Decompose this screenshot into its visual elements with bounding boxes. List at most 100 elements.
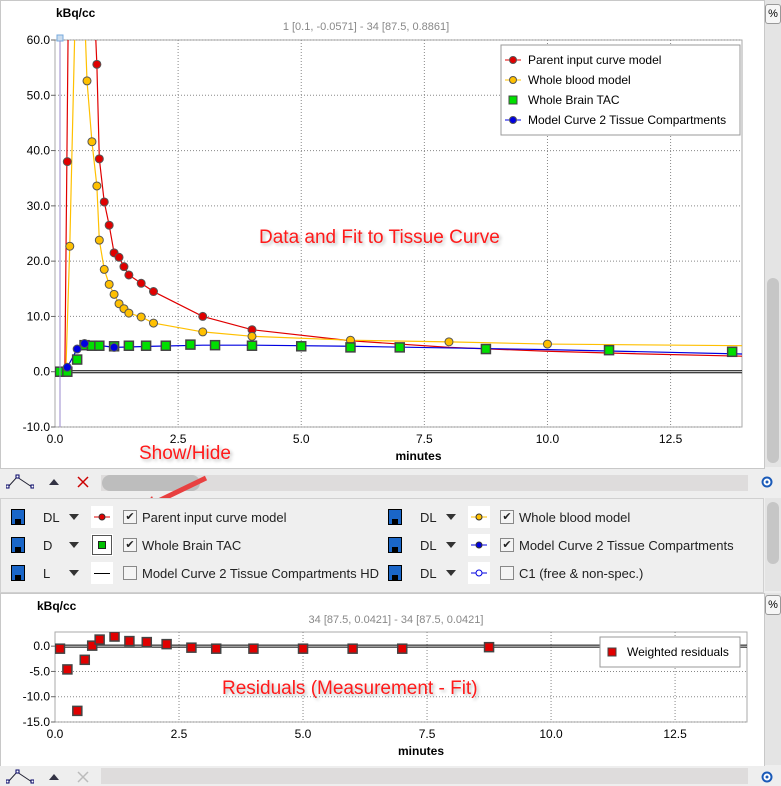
data-point [123, 340, 135, 351]
top-scroll-thumb[interactable] [767, 278, 779, 463]
legend-label: Whole Brain TAC [528, 93, 620, 107]
x-tick-label: 5.0 [293, 432, 310, 446]
mode-dropdown-icon[interactable] [446, 570, 456, 576]
data-point [119, 262, 129, 272]
curve-label: Whole blood model [519, 509, 631, 525]
display-mode: D [43, 537, 53, 553]
save-icon[interactable] [11, 537, 25, 553]
mode-dropdown-icon[interactable] [446, 542, 456, 548]
data-point [109, 342, 119, 352]
visibility-checkbox[interactable]: ✔ [123, 510, 137, 524]
visibility-checkbox[interactable]: ✔ [123, 538, 137, 552]
triangle-up-icon[interactable] [48, 773, 60, 781]
display-mode: DL [420, 509, 437, 525]
triangle-up-icon[interactable] [48, 478, 60, 486]
data-point [94, 154, 104, 164]
curve-symbol-icon[interactable] [91, 534, 113, 556]
close-icon[interactable] [77, 476, 89, 488]
y-tick-label: -5.0 [29, 664, 50, 678]
curve-label: Model Curve 2 Tissue Compartments [519, 537, 734, 553]
y-tick-label: 10.0 [27, 309, 51, 323]
x-tick-label: 0.0 [47, 432, 64, 446]
bottom-percent-button[interactable]: % [765, 595, 781, 615]
curve-symbol-icon[interactable] [468, 506, 490, 528]
curve-label: Model Curve 2 Tissue Compartments HD [142, 565, 379, 581]
save-icon[interactable] [11, 509, 25, 525]
data-point [124, 270, 134, 280]
curve-control-row: D ✔ Whole Brain TAC [11, 533, 241, 557]
x-tick-label: 7.5 [419, 727, 436, 741]
top-percent-button[interactable]: % [765, 4, 781, 24]
curve-label: C1 (free & non-spec.) [519, 565, 644, 581]
visibility-checkbox[interactable]: ✔ [500, 510, 514, 524]
display-mode: DL [420, 537, 437, 553]
data-point [55, 643, 66, 654]
data-point [148, 318, 158, 328]
mode-dropdown-icon[interactable] [69, 514, 79, 520]
curve-style-icon[interactable] [6, 474, 34, 490]
mode-dropdown-icon[interactable] [446, 514, 456, 520]
show-hide-label: Show/Hide [139, 443, 231, 464]
top-annotation: Data and Fit to Tissue Curve [259, 227, 500, 248]
close-icon [77, 771, 89, 783]
data-point [297, 643, 309, 654]
legend-marker [509, 76, 517, 84]
data-point [141, 636, 153, 648]
data-point [62, 664, 73, 675]
save-icon[interactable] [388, 509, 402, 525]
top-chart-panel: kBq/cc 1 [0.1, -0.0571] - 34 [87.5, 0.88… [0, 0, 765, 469]
curve-symbol-icon[interactable] [468, 534, 490, 556]
data-point [161, 638, 172, 650]
save-icon[interactable] [388, 565, 402, 581]
data-point [347, 643, 358, 654]
data-point [295, 341, 307, 352]
x-tick-label: 10.0 [539, 727, 563, 741]
top-toolbar [0, 469, 781, 495]
legend-label: Whole blood model [528, 73, 631, 87]
y-tick-label: 40.0 [27, 144, 51, 158]
legend-marker [509, 56, 517, 64]
data-point [185, 339, 196, 350]
data-point [92, 59, 102, 69]
curve-symbol-icon[interactable] [468, 562, 490, 584]
curve-symbol-icon[interactable] [91, 506, 113, 528]
data-point [94, 634, 105, 645]
legend-label: Parent input curve model [528, 53, 661, 67]
data-point [124, 308, 134, 318]
x-axis-label: minutes [395, 449, 441, 463]
top-vertical-scrollbar[interactable]: % [765, 0, 781, 467]
data-point [104, 279, 114, 289]
data-point [72, 344, 82, 354]
visibility-checkbox[interactable] [123, 566, 137, 580]
mode-dropdown-icon[interactable] [69, 542, 79, 548]
bottom-horizontal-scrollbar[interactable] [101, 768, 748, 784]
visibility-checkbox[interactable]: ✔ [500, 538, 514, 552]
curve-symbol-icon[interactable] [91, 562, 113, 584]
options-icon[interactable] [761, 771, 773, 783]
visibility-checkbox[interactable] [500, 566, 514, 580]
curve-style-icon[interactable] [6, 769, 34, 785]
y-tick-label: 30.0 [27, 199, 51, 213]
data-point [124, 635, 135, 647]
data-point [480, 343, 492, 355]
y-tick-label: 60.0 [27, 33, 51, 47]
mode-dropdown-icon[interactable] [69, 570, 79, 576]
range-handle[interactable] [56, 34, 64, 42]
bottom-chart-panel: kBq/cc 34 [87.5, 0.0421] - 34 [87.5, 0.0… [0, 593, 765, 767]
save-icon[interactable] [388, 537, 402, 553]
x-tick-label: 12.5 [659, 432, 683, 446]
controls-scroll-thumb[interactable] [767, 502, 779, 564]
bottom-vertical-scrollbar[interactable]: % [765, 593, 781, 765]
data-point [186, 642, 197, 653]
y-tick-label: 50.0 [27, 88, 51, 102]
curve-control-row: DL C1 (free & non-spec.) [388, 561, 643, 585]
data-point [82, 76, 92, 86]
data-point [136, 278, 146, 288]
save-icon[interactable] [11, 565, 25, 581]
data-point [92, 181, 102, 191]
y-tick-label: -10.0 [23, 690, 51, 704]
data-point [79, 654, 91, 666]
controls-vertical-scrollbar[interactable] [765, 498, 781, 591]
options-icon[interactable] [761, 476, 773, 488]
data-point [396, 643, 408, 654]
